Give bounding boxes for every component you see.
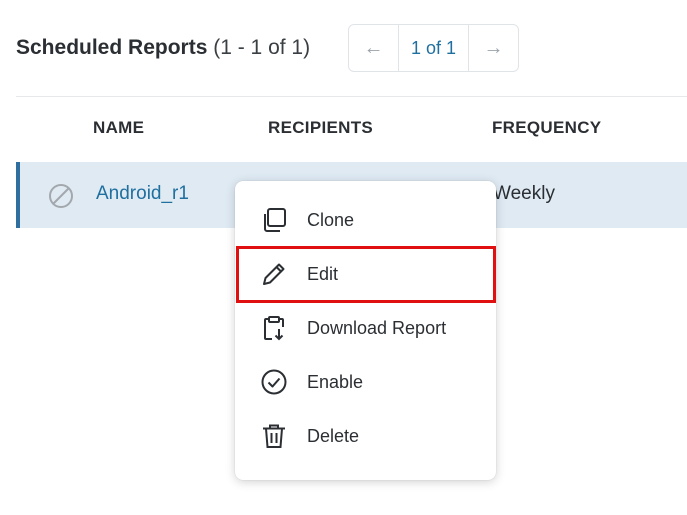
menu-item-label: Edit [307, 263, 339, 284]
menu-item-edit[interactable]: Edit [235, 247, 496, 301]
divider [16, 96, 687, 97]
scheduled-reports-page: Scheduled Reports (1 - 1 of 1) ← 1 of 1 … [0, 0, 687, 515]
check-circle-icon [260, 368, 288, 396]
page-title: Scheduled Reports (1 - 1 of 1) [16, 33, 310, 63]
previous-page-button[interactable]: ← [349, 25, 398, 71]
report-name-link[interactable]: Android_r1 [96, 183, 189, 205]
menu-item-label: Clone [307, 209, 355, 230]
page-indicator: 1 of 1 [398, 25, 469, 71]
menu-item-label: Enable [307, 371, 364, 392]
column-header-frequency[interactable]: FREQUENCY [492, 118, 601, 138]
arrow-right-icon: → [483, 36, 504, 59]
context-menu: Clone Edit Download Report Enable Delete [235, 181, 496, 480]
menu-item-enable[interactable]: Enable [235, 355, 496, 409]
column-header-name[interactable]: NAME [93, 118, 144, 138]
clone-icon [260, 206, 288, 234]
page-title-text: Scheduled Reports [16, 36, 208, 59]
next-page-button[interactable]: → [469, 25, 518, 71]
menu-item-clone[interactable]: Clone [235, 193, 496, 247]
result-count: (1 - 1 of 1) [213, 36, 311, 59]
report-frequency: Weekly [493, 183, 555, 204]
menu-item-delete[interactable]: Delete [235, 409, 496, 463]
clipboard-download-icon [260, 314, 288, 342]
disabled-icon [48, 183, 74, 209]
pagination: ← 1 of 1 → [348, 24, 519, 72]
trash-icon [260, 422, 288, 450]
pencil-icon [260, 260, 288, 288]
menu-item-label: Download Report [307, 317, 447, 338]
menu-item-label: Delete [307, 425, 360, 446]
menu-item-download-report[interactable]: Download Report [235, 301, 496, 355]
column-header-recipients[interactable]: RECIPIENTS [268, 118, 373, 138]
arrow-left-icon: ← [363, 36, 384, 59]
